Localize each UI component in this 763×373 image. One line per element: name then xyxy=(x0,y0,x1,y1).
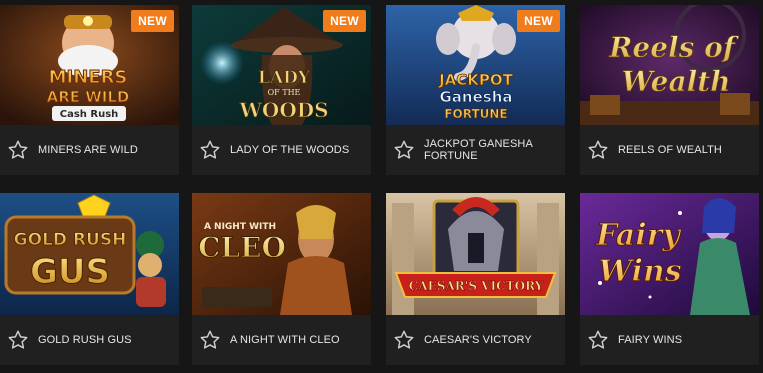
game-title[interactable]: JACKPOT GANESHA FORTUNE xyxy=(424,138,550,162)
art-title-line-2: Ganesha xyxy=(439,88,512,106)
art-title-line-1: CAESAR'S VICTORY xyxy=(409,279,544,293)
game-title[interactable]: CAESAR'S VICTORY xyxy=(424,334,550,346)
star-outline-icon[interactable] xyxy=(393,139,415,161)
game-card-jackpot-ganesha-fortune[interactable]: JACKPOT Ganesha FORTUNE NEW JACKPOT GANE… xyxy=(386,5,565,175)
game-card-miners-are-wild[interactable]: MINERS ARE WILD Cash Rush NEW MINERS ARE… xyxy=(0,5,179,175)
game-card-fairy-wins[interactable]: Fairy Wins FAIRY WINS xyxy=(580,193,759,365)
game-card-footer: A NIGHT WITH CLEO xyxy=(192,315,371,365)
art-title-line-2: Wins xyxy=(598,254,681,289)
game-thumbnail[interactable]: Fairy Wins xyxy=(580,193,759,315)
game-title[interactable]: LADY OF THE WOODS xyxy=(230,144,356,156)
game-title[interactable]: FAIRY WINS xyxy=(618,334,744,346)
star-outline-icon[interactable] xyxy=(587,139,609,161)
game-thumbnail[interactable]: GOLD RUSH GUS xyxy=(0,193,179,315)
game-title[interactable]: GOLD RUSH GUS xyxy=(38,334,164,346)
art-title-line-1: JACKPOT xyxy=(438,71,514,89)
game-thumbnail[interactable]: A NIGHT WITH CLEO xyxy=(192,193,371,315)
game-card-gold-rush-gus[interactable]: GOLD RUSH GUS GOLD RUSH GUS xyxy=(0,193,179,365)
game-card-lady-of-the-woods[interactable]: LADY OF THE WOODS NEW LADY OF THE WOODS xyxy=(192,5,371,175)
game-card-a-night-with-cleo[interactable]: A NIGHT WITH CLEO A NIGHT WITH CLEO xyxy=(192,193,371,365)
new-badge: NEW xyxy=(131,10,174,32)
star-outline-icon[interactable] xyxy=(199,139,221,161)
art-title-line-3: FORTUNE xyxy=(444,107,507,121)
game-card-footer: JACKPOT GANESHA FORTUNE xyxy=(386,125,565,175)
art-title-line-2: ARE WILD xyxy=(47,88,130,106)
art-title-line-1: LADY xyxy=(258,68,311,88)
art-title-line-2: CLEO xyxy=(198,231,286,264)
art-title-line-2: OF THE xyxy=(268,88,301,97)
game-card-footer: LADY OF THE WOODS xyxy=(192,125,371,175)
game-title[interactable]: MINERS ARE WILD xyxy=(38,144,164,156)
art-title-line-1: MINERS xyxy=(49,67,128,88)
art-title-line-1: GOLD RUSH xyxy=(14,230,127,250)
game-card-footer: FAIRY WINS xyxy=(580,315,759,365)
art-title-line-3: WOODS xyxy=(238,98,328,122)
game-card-footer: CAESAR'S VICTORY xyxy=(386,315,565,365)
star-outline-icon[interactable] xyxy=(7,329,29,351)
star-outline-icon[interactable] xyxy=(393,329,415,351)
game-title[interactable]: A NIGHT WITH CLEO xyxy=(230,334,356,346)
star-outline-icon[interactable] xyxy=(7,139,29,161)
art-title-line-3: Cash Rush xyxy=(60,109,119,120)
game-thumbnail[interactable]: Reels of Wealth xyxy=(580,5,759,125)
art-title-line-1: Reels of xyxy=(608,31,740,64)
game-card-footer: GOLD RUSH GUS xyxy=(0,315,179,365)
art-title-line-1: Fairy xyxy=(595,218,682,253)
game-title[interactable]: REELS OF WEALTH xyxy=(618,144,744,156)
game-card-footer: REELS OF WEALTH xyxy=(580,125,759,175)
new-badge: NEW xyxy=(517,10,560,32)
art-title-line-2: GUS xyxy=(30,252,110,292)
game-grid: MINERS ARE WILD Cash Rush NEW MINERS ARE… xyxy=(0,0,763,373)
game-card-footer: MINERS ARE WILD xyxy=(0,125,179,175)
art-title-line-2: Wealth xyxy=(621,65,730,98)
game-thumbnail[interactable]: CAESAR'S VICTORY xyxy=(386,193,565,315)
new-badge: NEW xyxy=(323,10,366,32)
star-outline-icon[interactable] xyxy=(199,329,221,351)
star-outline-icon[interactable] xyxy=(587,329,609,351)
game-card-caesars-victory[interactable]: CAESAR'S VICTORY CAESAR'S VICTORY xyxy=(386,193,565,365)
game-card-reels-of-wealth[interactable]: Reels of Wealth REELS OF WEALTH xyxy=(580,5,759,175)
